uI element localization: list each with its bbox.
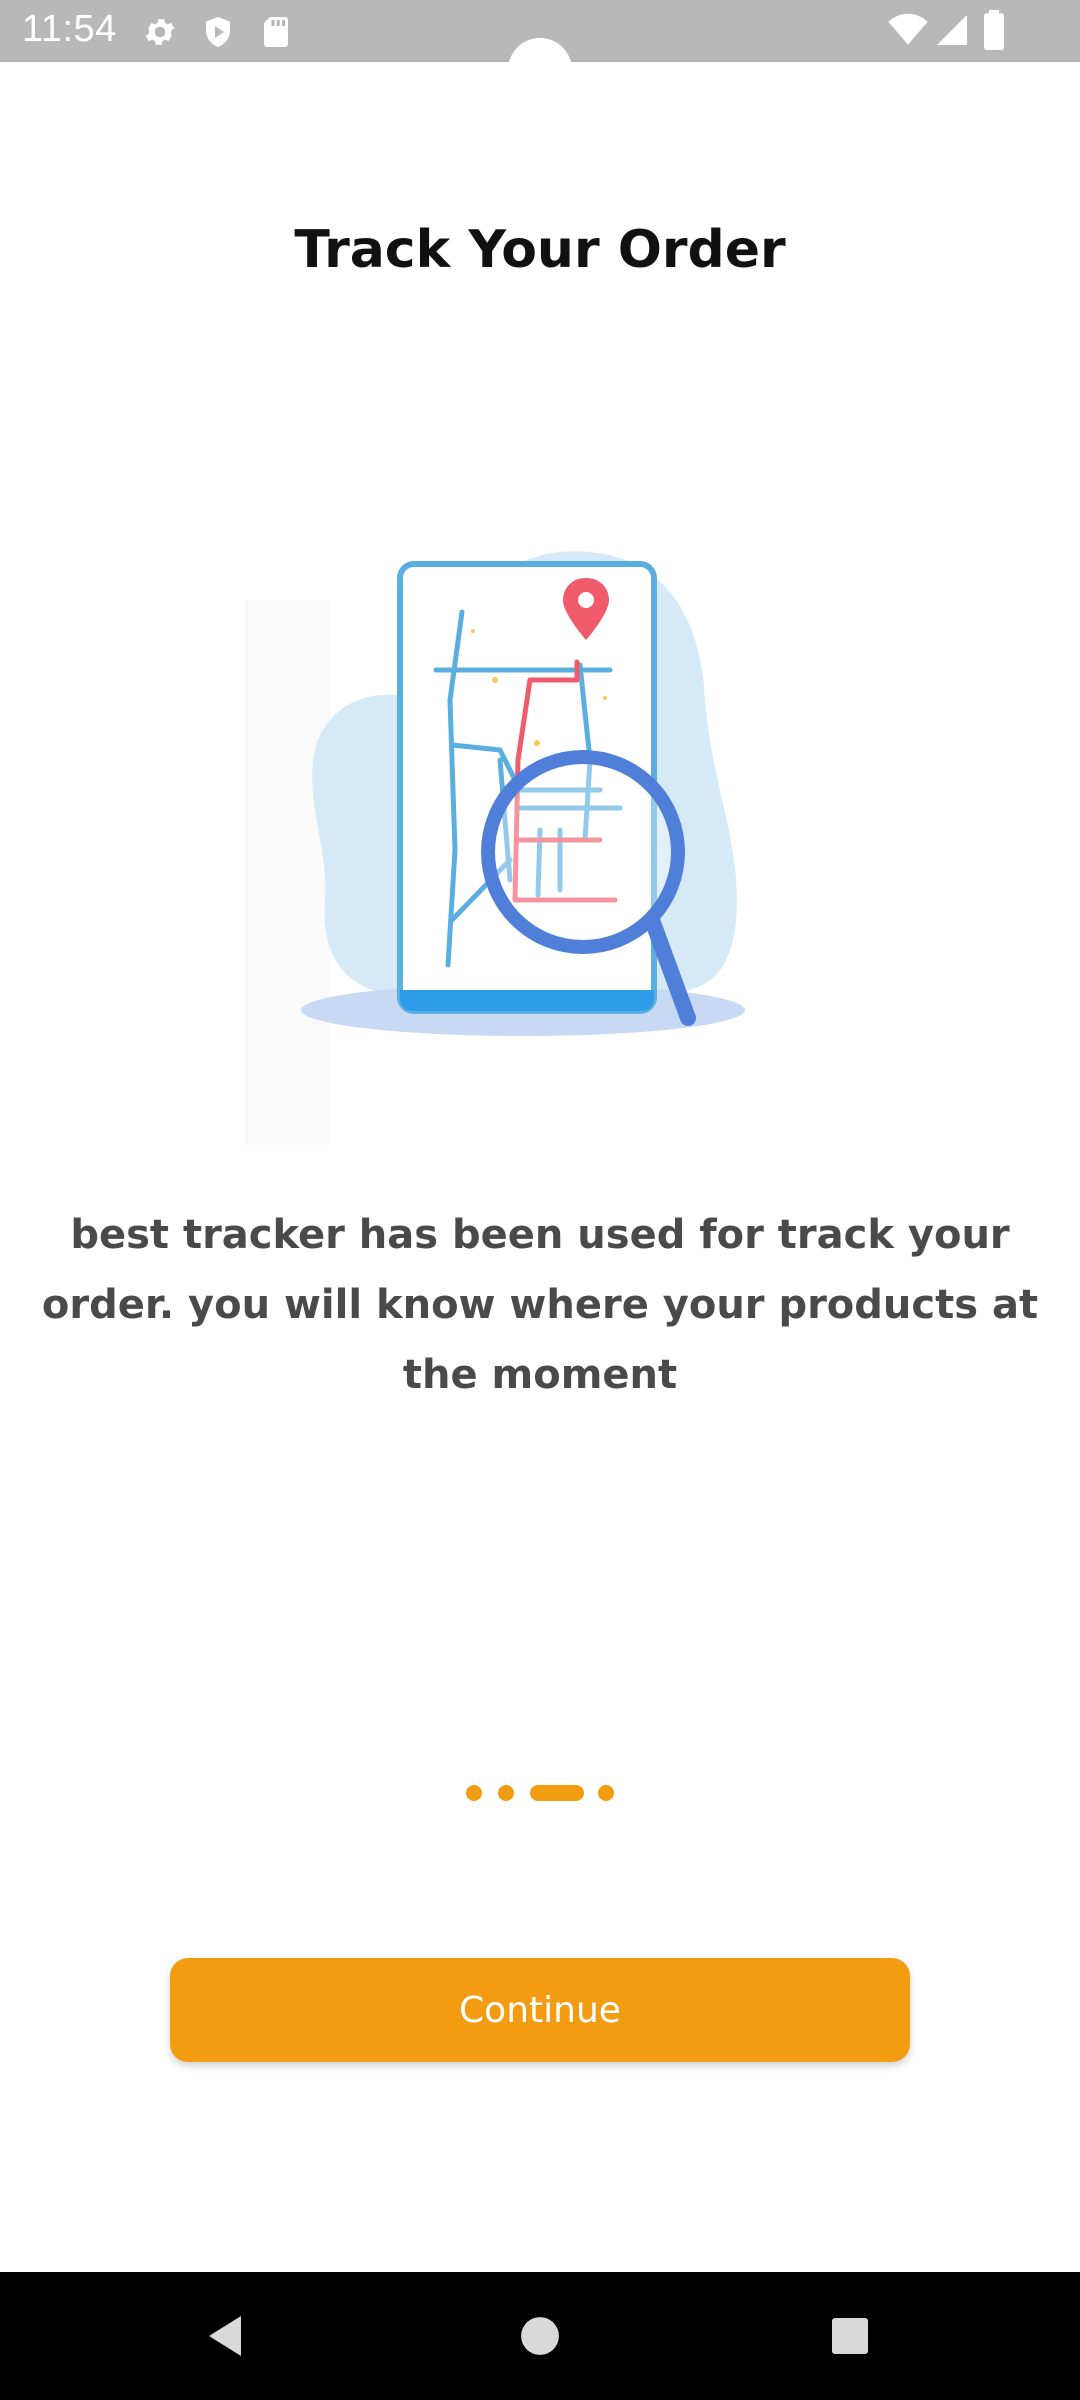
recents-icon bbox=[832, 2318, 868, 2354]
page-dot-2 bbox=[498, 1785, 514, 1801]
page-dot-1 bbox=[466, 1785, 482, 1801]
wifi-icon bbox=[888, 13, 928, 45]
nav-recents-button[interactable] bbox=[790, 2272, 910, 2400]
system-nav-bar bbox=[0, 2272, 1080, 2400]
battery-icon bbox=[984, 10, 1004, 50]
page-dot-3-active bbox=[530, 1785, 584, 1801]
nav-home-button[interactable] bbox=[480, 2272, 600, 2400]
sd-card-icon bbox=[264, 17, 288, 47]
page-indicator bbox=[0, 1783, 1080, 1803]
page-title: Track Your Order bbox=[294, 220, 786, 280]
signal-icon bbox=[937, 15, 967, 45]
home-icon bbox=[521, 2317, 559, 2355]
page-dot-4 bbox=[598, 1785, 614, 1801]
continue-button[interactable]: Continue bbox=[170, 1958, 910, 2062]
shield-play-icon bbox=[206, 17, 230, 47]
phone-map-tracking-illustration bbox=[245, 551, 745, 1145]
onboarding-description: best tracker has been used for track you… bbox=[41, 1212, 1039, 1398]
gear-icon bbox=[145, 18, 175, 46]
back-icon bbox=[209, 2316, 241, 2356]
nav-back-button[interactable] bbox=[165, 2272, 285, 2400]
status-time: 11:54 bbox=[22, 8, 117, 50]
